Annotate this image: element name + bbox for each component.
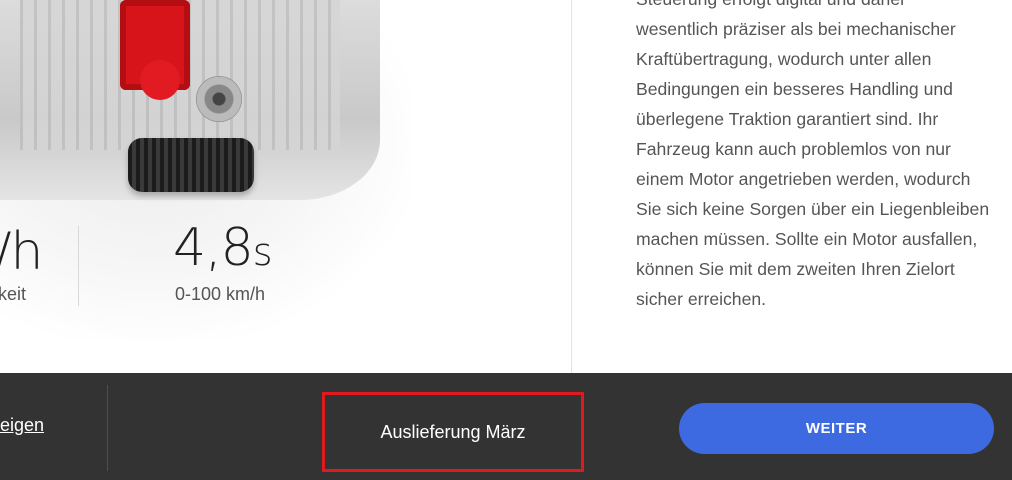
motor-description: Steuerung erfolgt digital und daher wese… [636,0,1012,314]
bar-separator [107,385,108,471]
content-area: /h keit 4,8s 0-100 km/h Steuerung erfolg… [0,0,1012,373]
stat-acceleration-value: 4,8s [173,218,273,278]
car-illustration [0,0,410,340]
description-line: Kraftübertragung, wodurch unter allen [636,49,932,69]
column-divider [571,0,572,373]
description-line: wesentlich präziser als bei mechanischer [636,19,956,39]
description-line: sicher erreichen. [636,289,767,309]
stat-divider [78,226,79,306]
bottom-bar: eigen Auslieferung März WEITER [0,373,1012,480]
description-line: Bedingungen ein besseres Handling und [636,79,953,99]
delivery-label: Auslieferung März [380,421,526,442]
description-line: Steuerung erfolgt digital und daher [636,0,1012,14]
stat-speed-label: keit [0,284,27,304]
description-line: Fahrzeug kann auch problemlos von nur [636,139,951,159]
description-line: machen müssen. Sollte ein Motor ausfalle… [636,229,978,249]
description-line: einem Motor angetrieben werden, wodurch [636,169,971,189]
brake-disk [196,76,242,122]
motor-housing [140,60,180,100]
next-button[interactable]: WEITER [679,403,994,454]
description-line: überlegene Traktion garantiert sind. Ihr [636,109,939,129]
stat-speed-value: /h [0,222,43,282]
description-line: können Sie mit dem zweiten Ihren Zielort [636,259,955,279]
stat-acceleration-unit: s [252,230,273,274]
stat-acceleration-label: 0-100 km/h [175,284,266,304]
delivery-info: Auslieferung März [322,392,584,472]
show-details-link[interactable]: eigen [0,415,44,436]
description-line: Sie sich keine Sorgen über ein Liegenble… [636,199,990,219]
tire [128,138,254,192]
